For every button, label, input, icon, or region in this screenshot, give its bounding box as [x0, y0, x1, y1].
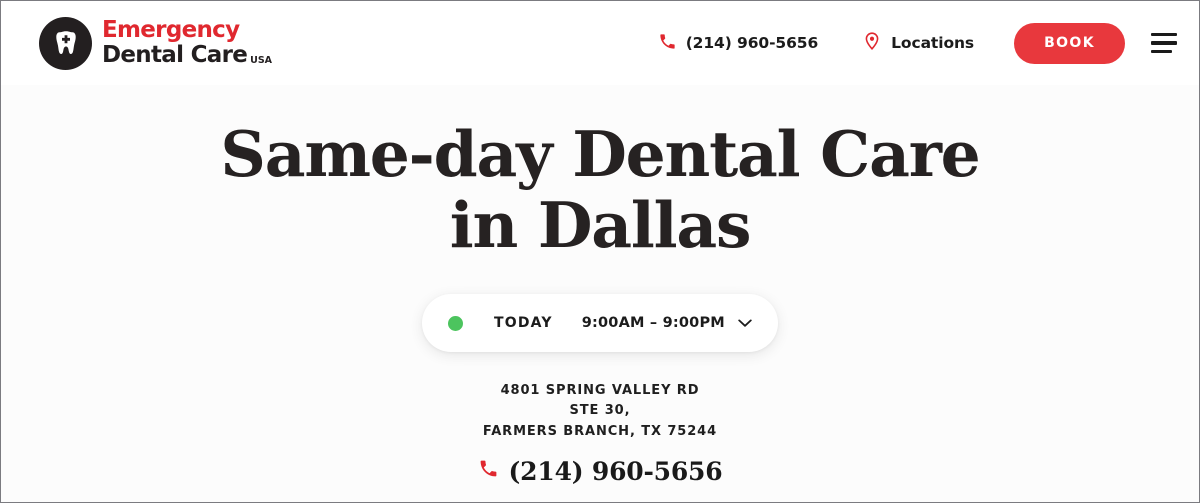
phone-icon — [658, 32, 677, 55]
hamburger-menu-icon[interactable] — [1151, 29, 1177, 58]
logo-line-1: Emergency — [102, 17, 240, 43]
burger-bar-1 — [1151, 32, 1177, 37]
hero-phone-label: (214) 960-5656 — [508, 456, 723, 486]
page-title: Same-day Dental Care in Dallas — [220, 117, 980, 262]
address-line-2: STE 30, — [569, 403, 631, 419]
address-line-3: FARMERS BRANCH, TX 75244 — [482, 423, 718, 439]
phone-icon — [478, 458, 499, 484]
hours-selector[interactable]: TODAY 9:00AM – 9:00PM — [422, 294, 778, 353]
hours-day-label: TODAY — [494, 315, 553, 332]
map-pin-icon — [862, 31, 882, 55]
clinic-address: 4801 SPRING VALLEY RD STE 30, FARMERS BR… — [483, 381, 717, 442]
headline-line-2: in Dallas — [449, 187, 752, 262]
header-phone-label: (214) 960-5656 — [685, 34, 819, 52]
status-dot-open — [448, 315, 463, 331]
burger-bar-3 — [1151, 49, 1172, 54]
logo-link[interactable]: Emergency Dental Care USA — [39, 16, 272, 70]
logo-wordmark: Emergency Dental Care USA — [102, 19, 272, 67]
hours-range-label: 9:00AM – 9:00PM — [581, 315, 725, 332]
tooth-cross-icon — [39, 16, 92, 70]
header-locations-link[interactable]: Locations — [862, 23, 974, 63]
hero-phone-link[interactable]: (214) 960-5656 — [478, 457, 723, 486]
book-button[interactable]: BOOK — [1014, 22, 1125, 64]
site-header: Emergency Dental Care USA (214) 960-5656 — [1, 1, 1199, 85]
logo-line-2: Dental Care — [102, 42, 248, 68]
page-viewport: Emergency Dental Care USA (214) 960-5656 — [0, 0, 1200, 503]
header-nav: (214) 960-5656 Locations BOOK — [658, 22, 1177, 64]
burger-bar-2 — [1151, 41, 1177, 45]
hero-section: Same-day Dental Care in Dallas TODAY 9:0… — [1, 85, 1199, 502]
chevron-down-icon[interactable] — [738, 319, 752, 328]
logo-suffix-usa: USA — [250, 54, 273, 66]
header-locations-label: Locations — [891, 34, 975, 52]
address-line-1: 4801 SPRING VALLEY RD — [500, 383, 700, 399]
headline-line-1: Same-day Dental Care — [220, 117, 980, 191]
header-phone-link[interactable]: (214) 960-5656 — [658, 24, 818, 63]
